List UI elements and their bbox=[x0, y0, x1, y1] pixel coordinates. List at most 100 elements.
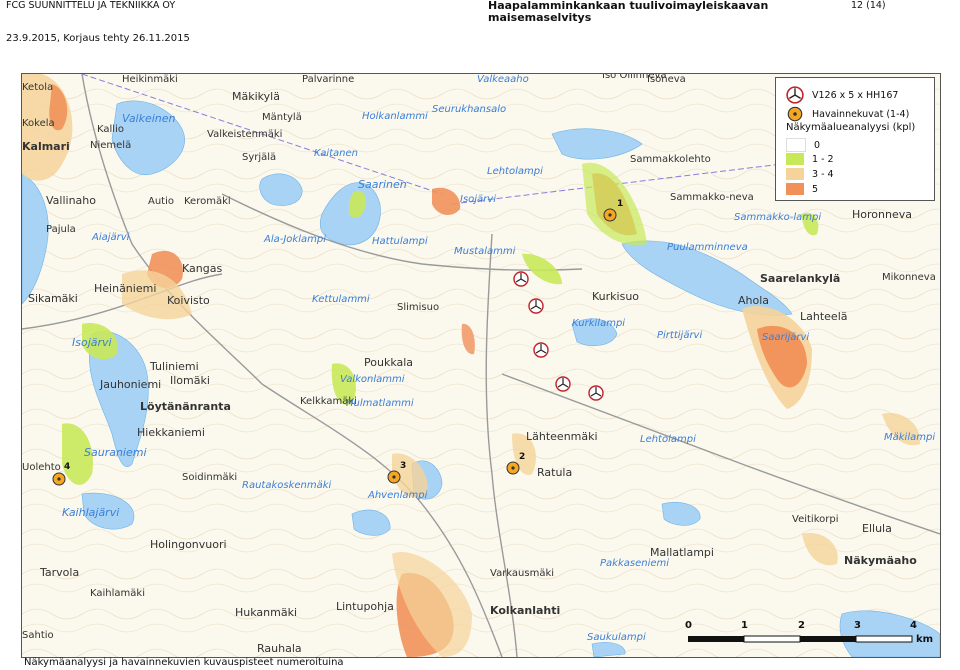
place-label: Mäntylä bbox=[262, 112, 302, 123]
place-label: Kokela bbox=[22, 118, 55, 129]
place-label: Isoneva bbox=[647, 74, 686, 85]
place-label: Pajula bbox=[46, 224, 76, 235]
place-label: Palvarinne bbox=[302, 74, 355, 85]
photo-point-icon[interactable] bbox=[386, 469, 402, 485]
wind-turbine-icon bbox=[513, 271, 529, 287]
place-label: Kolkanlahti bbox=[490, 604, 561, 617]
wind-turbine-icon bbox=[588, 385, 604, 401]
place-label: Kallio bbox=[97, 124, 124, 135]
place-label: Holingonvuori bbox=[150, 538, 227, 551]
place-label: Vallinaho bbox=[46, 194, 96, 207]
place-label: Keromäki bbox=[184, 196, 231, 207]
place-label: Sammakko-neva bbox=[670, 192, 754, 203]
place-label: Niemelä bbox=[90, 140, 132, 151]
place-label: Heinäniemi bbox=[94, 282, 157, 295]
place-label: Saukulampi bbox=[587, 632, 646, 643]
place-label: Isojärvi bbox=[72, 336, 112, 349]
place-label: Lehtolampi bbox=[487, 166, 543, 177]
place-label: Soidinmäki bbox=[182, 472, 238, 483]
place-label: Mäkikylä bbox=[232, 90, 280, 103]
place-label: Saarinen bbox=[358, 178, 407, 191]
place-label: Ahvenlampi bbox=[368, 490, 428, 501]
legend-photo-row: Havainnekuvat (1-4) bbox=[786, 105, 909, 123]
place-label: Valkeinen bbox=[122, 112, 176, 125]
wind-turbine-icon bbox=[533, 342, 549, 358]
legend-analysis-title: Näkymäalueanalyysi (kpl) bbox=[786, 122, 916, 133]
place-label: Ratula bbox=[537, 466, 573, 479]
wind-turbine-icon[interactable] bbox=[533, 342, 549, 358]
place-label: Ahola bbox=[738, 294, 770, 307]
scale-tick-label: 0 bbox=[685, 620, 692, 631]
scale-tick-label: 2 bbox=[798, 620, 805, 631]
place-label: Ellula bbox=[862, 522, 892, 535]
wind-turbine-icon[interactable] bbox=[588, 385, 604, 401]
place-label: Pirttijärvi bbox=[657, 330, 703, 341]
photo-point-number: 1 bbox=[617, 199, 624, 209]
place-label: Sammakkolehto bbox=[630, 154, 711, 165]
place-label: Holkanlammi bbox=[362, 111, 428, 122]
place-label: Sahtio bbox=[22, 630, 54, 641]
place-label: Sammakko-lampi bbox=[734, 212, 822, 223]
place-label: Löytänänranta bbox=[140, 400, 231, 413]
wind-turbine-icon[interactable] bbox=[555, 376, 571, 392]
document-title: Haapalamminkankaan tuulivoimayleiskaavan… bbox=[488, 0, 768, 24]
place-label: Näkymäaho bbox=[844, 554, 917, 567]
photo-point-icon[interactable] bbox=[505, 460, 521, 476]
place-label: Hiekkaniemi bbox=[137, 426, 205, 439]
figure-caption: Näkymäanalyysi ja havainnekuvien kuvausp… bbox=[24, 657, 344, 668]
place-label: Jauhoniemi bbox=[100, 378, 162, 391]
place-label: Lähteenmäki bbox=[526, 430, 598, 443]
place-label: Kettulammi bbox=[312, 294, 370, 305]
place-label: Mikonneva bbox=[882, 272, 936, 283]
scale-bar: 0 1 2 3 4 km bbox=[685, 620, 938, 650]
place-label: Veitikorpi bbox=[792, 514, 839, 525]
photo-point-number: 2 bbox=[519, 452, 526, 462]
camera-point-icon bbox=[506, 461, 520, 475]
photo-point-icon[interactable] bbox=[51, 471, 67, 487]
photo-point-number: 3 bbox=[400, 461, 407, 471]
place-label: Kalmari bbox=[22, 140, 70, 153]
company-name: FCG SUUNNITTELU JA TEKNIIKKA OY bbox=[6, 0, 176, 11]
wind-turbine-icon[interactable] bbox=[528, 298, 544, 314]
legend-class-row: 3 - 4 bbox=[786, 168, 834, 180]
place-label: Heikinmäki bbox=[122, 74, 178, 85]
place-label: Pakkaseniemi bbox=[600, 558, 670, 569]
place-label: Poukkala bbox=[364, 356, 414, 369]
place-label: Valkonlammi bbox=[340, 374, 405, 385]
place-label: Ilomäki bbox=[170, 374, 210, 387]
scale-tick-label: 3 bbox=[854, 620, 861, 631]
camera-point-icon bbox=[52, 472, 66, 486]
place-label: Tuliniemi bbox=[150, 360, 199, 373]
place-label: Ala-Joklampi bbox=[264, 234, 326, 245]
legend-turbine-label: V126 x 5 x HH167 bbox=[812, 89, 899, 101]
scale-tick-label: 1 bbox=[741, 620, 748, 631]
place-label: Varkausmäki bbox=[490, 568, 555, 579]
place-label: Syrjälä bbox=[242, 152, 277, 163]
place-label: Sauraniemi bbox=[84, 446, 147, 459]
place-label: Seurukhansalo bbox=[432, 104, 507, 115]
wind-turbine-icon bbox=[555, 376, 571, 392]
scale-bar-graphic bbox=[688, 635, 913, 643]
place-label: Isojärvi bbox=[460, 194, 496, 205]
photo-point-icon[interactable] bbox=[602, 207, 618, 223]
photo-point-number: 4 bbox=[64, 462, 71, 472]
legend-photo-label: Havainnekuvat (1-4) bbox=[812, 108, 910, 120]
legend-swatch bbox=[786, 138, 806, 152]
place-label: Kurkilampi bbox=[572, 318, 626, 329]
wind-turbine-icon[interactable] bbox=[513, 271, 529, 287]
place-label: Aiajärvi bbox=[92, 232, 130, 243]
place-label: Ketola bbox=[22, 82, 54, 93]
place-label: Mäkilampi bbox=[884, 432, 936, 443]
place-label: Kaihlajärvi bbox=[62, 506, 120, 519]
place-label: Lintupohja bbox=[336, 600, 394, 613]
place-label: Mustalammi bbox=[454, 246, 516, 257]
legend-class-label: 0 bbox=[814, 139, 821, 151]
legend-class-row: 0 bbox=[786, 138, 820, 152]
place-label: Valkeaaho bbox=[477, 74, 529, 85]
place-label: Saarijärvi bbox=[762, 332, 810, 343]
place-label: Kaihlamäki bbox=[90, 588, 145, 599]
camera-point-icon bbox=[603, 208, 617, 222]
camera-point-icon bbox=[787, 106, 803, 122]
place-label: Rautakoskenmäki bbox=[242, 480, 332, 491]
place-label: Saarelankylä bbox=[760, 272, 841, 285]
